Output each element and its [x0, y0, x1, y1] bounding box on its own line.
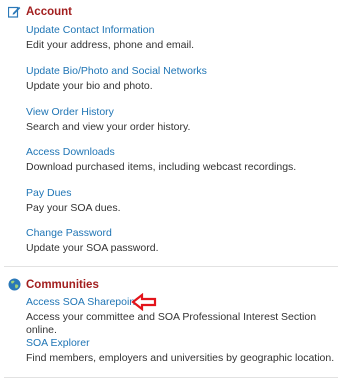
- communities-title: Communities: [26, 278, 99, 291]
- update-bio-photo-desc: Update your bio and photo.: [26, 80, 153, 92]
- account-item-orders: View Order History Search and view your …: [26, 106, 190, 134]
- account-item-downloads: Access Downloads Download purchased item…: [26, 146, 296, 174]
- account-item-contact: Update Contact Information Edit your add…: [26, 24, 194, 52]
- change-password-desc: Update your SOA password.: [26, 242, 159, 254]
- pay-dues-desc: Pay your SOA dues.: [26, 202, 121, 214]
- update-contact-information-link[interactable]: Update Contact Information: [26, 24, 194, 37]
- view-order-history-link[interactable]: View Order History: [26, 106, 190, 119]
- change-password-link[interactable]: Change Password: [26, 227, 159, 240]
- view-order-history-desc: Search and view your order history.: [26, 121, 191, 133]
- section-divider: [4, 266, 338, 267]
- section-divider-bottom: [4, 377, 338, 378]
- edit-icon: [8, 5, 21, 18]
- communities-item-explorer: SOA Explorer Find members, employers and…: [26, 337, 334, 365]
- communities-item-sharepoint: Access SOA Sharepoint Access your commit…: [26, 296, 345, 337]
- access-downloads-desc: Download purchased items, including webc…: [26, 161, 297, 173]
- account-title: Account: [26, 5, 72, 18]
- globe-icon: [8, 278, 21, 291]
- pay-dues-link[interactable]: Pay Dues: [26, 187, 121, 200]
- account-item-password: Change Password Update your SOA password…: [26, 227, 159, 255]
- account-item-bio: Update Bio/Photo and Social Networks Upd…: [26, 65, 207, 93]
- update-contact-information-desc: Edit your address, phone and email.: [26, 39, 195, 51]
- left-arrow-icon: [131, 293, 157, 311]
- account-item-dues: Pay Dues Pay your SOA dues.: [26, 187, 121, 215]
- soa-explorer-link[interactable]: SOA Explorer: [26, 337, 334, 350]
- access-soa-sharepoint-desc: Access your committee and SOA Profession…: [26, 311, 317, 336]
- access-soa-sharepoint-link[interactable]: Access SOA Sharepoint: [26, 296, 345, 309]
- account-section-header: Account: [8, 5, 72, 18]
- communities-section-header: Communities: [8, 278, 99, 291]
- update-bio-photo-link[interactable]: Update Bio/Photo and Social Networks: [26, 65, 207, 78]
- soa-explorer-desc: Find members, employers and universities…: [26, 352, 335, 364]
- access-downloads-link[interactable]: Access Downloads: [26, 146, 296, 159]
